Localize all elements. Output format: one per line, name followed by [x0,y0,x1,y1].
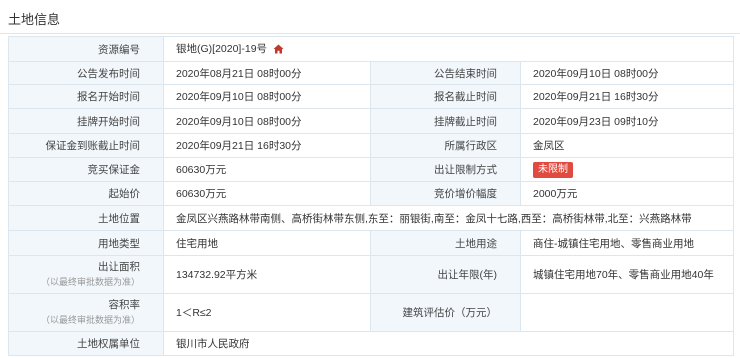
valuation-value [520,293,734,332]
district-label: 所属行政区 [370,133,521,158]
deposit-value: 60630万元 [163,157,371,182]
plot-ratio-label-cell: 容积率 （以最终审批数据为准） [8,293,164,332]
plot-ratio-label: 容积率 [108,298,141,311]
section-title: 土地信息 [8,12,61,27]
listing-start-label: 挂牌开始时间 [8,108,164,134]
listing-start-value: 2020年09月10日 08时00分 [163,108,371,134]
home-icon[interactable] [273,44,284,57]
announce-start-value: 2020年08月21日 08时00分 [163,61,371,85]
deposit-label: 竞买保证金 [8,157,164,182]
table-row: 起始价 60630万元 竞价增价幅度 2000万元 [8,181,734,206]
table-row: 用地类型 住宅用地 土地用途 商住-城镇住宅用地、零售商业用地 [8,230,734,256]
table-row: 土地位置 金凤区兴燕路林带南侧、高桥街林带东侧,东至：丽银街,南至：金凤十七路,… [8,205,734,231]
increment-value: 2000万元 [520,181,734,206]
land-use-label: 土地用途 [370,230,521,256]
term-value: 城镇住宅用地70年、零售商业用地40年 [520,255,734,294]
title-divider [0,33,740,34]
table-row: 资源编号 银地(G)[2020]-19号 [8,36,734,62]
restriction-cell: 未限制 [520,157,734,182]
land-type-value: 住宅用地 [163,230,371,256]
valuation-label: 建筑评估价（万元） [370,293,521,332]
deposit-deadline-value: 2020年09月21日 16时30分 [163,133,371,158]
signup-start-value: 2020年09月10日 08时00分 [163,84,371,109]
signup-end-value: 2020年09月21日 16时30分 [520,84,734,109]
table-row: 竞买保证金 60630万元 出让限制方式 未限制 [8,157,734,182]
table-row: 公告发布时间 2020年08月21日 08时00分 公告结束时间 2020年09… [8,61,734,85]
listing-end-label: 挂牌截止时间 [370,108,521,134]
land-info-table: 资源编号 银地(G)[2020]-19号 公告发布时间 2020年08月21日 … [8,36,734,356]
location-label: 土地位置 [8,205,164,231]
area-value: 134732.92平方米 [163,255,371,294]
table-row: 报名开始时间 2020年09月10日 08时00分 报名截止时间 2020年09… [8,84,734,109]
table-row: 挂牌开始时间 2020年09月10日 08时00分 挂牌截止时间 2020年09… [8,108,734,134]
district-value: 金凤区 [520,133,734,158]
land-info-panel: 土地信息 资源编号 银地(G)[2020]-19号 公告发布时间 2020年08… [0,0,740,358]
deposit-deadline-label: 保证金到账截止时间 [8,133,164,158]
table-row: 土地权属单位 银川市人民政府 [8,331,734,356]
signup-end-label: 报名截止时间 [370,84,521,109]
announce-start-label: 公告发布时间 [8,61,164,85]
area-label: 出让面积 [98,260,140,273]
area-label-cell: 出让面积 （以最终审批数据为准） [8,255,164,294]
restriction-badge: 未限制 [533,161,573,178]
owner-label: 土地权属单位 [8,331,164,356]
land-type-label: 用地类型 [8,230,164,256]
term-label: 出让年限(年) [370,255,521,294]
start-price-label: 起始价 [8,181,164,206]
owner-value: 银川市人民政府 [163,331,734,356]
resource-no-label: 资源编号 [8,36,164,62]
table-row: 保证金到账截止时间 2020年09月21日 16时30分 所属行政区 金凤区 [8,133,734,158]
plot-ratio-value: 1＜R≤2 [163,293,371,332]
location-value: 金凤区兴燕路林带南侧、高桥街林带东侧,东至：丽银街,南至：金凤十七路,西至：高桥… [163,205,734,231]
listing-end-value: 2020年09月23日 09时10分 [520,108,734,134]
land-use-value: 商住-城镇住宅用地、零售商业用地 [520,230,734,256]
area-note: （以最终审批数据为准） [40,276,140,287]
resource-no-value: 银地(G)[2020]-19号 [176,43,268,55]
restriction-label: 出让限制方式 [370,157,521,182]
announce-end-value: 2020年09月10日 08时00分 [520,61,734,85]
plot-ratio-note: （以最终审批数据为准） [40,314,140,325]
start-price-value: 60630万元 [163,181,371,206]
table-row: 出让面积 （以最终审批数据为准） 134732.92平方米 出让年限(年) 城镇… [8,255,734,294]
announce-end-label: 公告结束时间 [370,61,521,85]
increment-label: 竞价增价幅度 [370,181,521,206]
table-row: 容积率 （以最终审批数据为准） 1＜R≤2 建筑评估价（万元） [8,293,734,332]
signup-start-label: 报名开始时间 [8,84,164,109]
resource-no-cell: 银地(G)[2020]-19号 [163,36,734,62]
